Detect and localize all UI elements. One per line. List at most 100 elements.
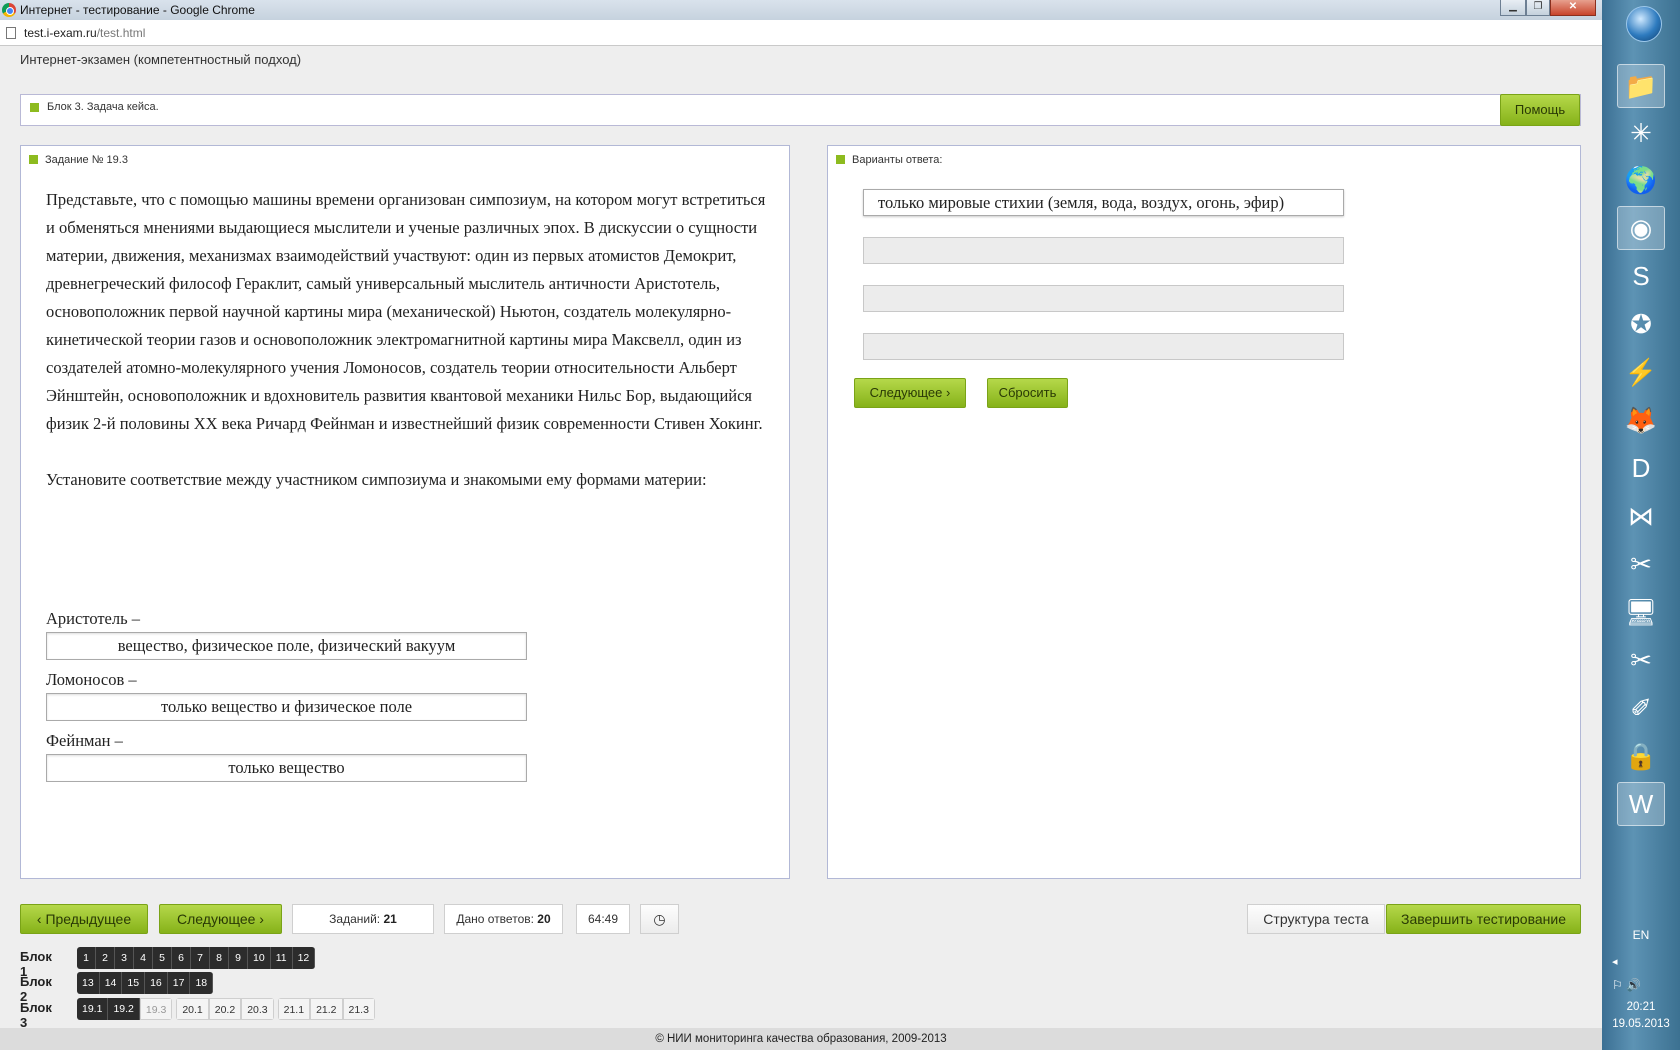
next-answer-button[interactable]: Следующее › xyxy=(854,378,966,408)
reset-button[interactable]: Сбросить xyxy=(987,378,1068,408)
task-text: Представьте, что с помощью машины времен… xyxy=(46,186,766,494)
app-icon[interactable]: 🦊 xyxy=(1617,398,1665,442)
app-icon[interactable]: ✂ xyxy=(1617,638,1665,682)
finish-button[interactable]: Завершить тестирование xyxy=(1386,904,1581,934)
question-chip[interactable]: 2 xyxy=(96,947,115,969)
question-chip[interactable]: 16 xyxy=(145,972,168,994)
browser-window: Интернет - тестирование - Google Chrome … xyxy=(0,0,1602,1050)
question-chip[interactable]: 21.1 xyxy=(277,998,311,1020)
url-path: /test.html xyxy=(96,26,146,40)
match-drop-1[interactable]: вещество, физическое поле, физический ва… xyxy=(46,632,527,660)
skype-icon[interactable]: S xyxy=(1617,254,1665,298)
help-button[interactable]: Помощь xyxy=(1500,94,1580,126)
answered-count-label: Дано ответов: xyxy=(456,912,534,926)
block-marker-icon xyxy=(30,103,39,112)
page-icon xyxy=(6,27,16,39)
question-chip[interactable]: 9 xyxy=(229,947,248,969)
tasks-count-value: 21 xyxy=(383,912,397,926)
question-chip[interactable]: 12 xyxy=(292,947,316,969)
question-chip[interactable]: 19.1 xyxy=(77,998,109,1020)
app-header: Интернет-экзамен (компетентностный подхо… xyxy=(20,52,302,67)
question-chip[interactable]: 21.2 xyxy=(310,998,343,1020)
question-chip[interactable]: 14 xyxy=(99,972,123,994)
prev-button[interactable]: ‹ Предыдущее xyxy=(20,904,148,934)
question-chip[interactable]: 5 xyxy=(153,947,172,969)
task-panel: Задание № 19.3 Представьте, что с помощь… xyxy=(20,145,790,879)
match-label-2: Ломоносов – xyxy=(46,670,137,689)
language-indicator[interactable]: EN xyxy=(1602,928,1680,942)
question-chip[interactable]: 20.2 xyxy=(208,998,242,1020)
maximize-button[interactable]: ❐ xyxy=(1526,0,1550,16)
question-chip[interactable]: 3 xyxy=(115,947,134,969)
question-chip[interactable]: 6 xyxy=(172,947,191,969)
clock-icon: ◷ xyxy=(653,911,666,927)
answer-slot-2[interactable] xyxy=(863,237,1344,264)
task-paragraph-1: Представьте, что с помощью машины времен… xyxy=(46,190,766,433)
question-chip[interactable]: 21.3 xyxy=(342,998,375,1020)
visual-studio-icon[interactable]: ⋈ xyxy=(1617,494,1665,538)
lock-icon[interactable]: 🔒 xyxy=(1617,734,1665,778)
task-heading: Задание № 19.3 xyxy=(29,154,128,166)
chevron-right-icon: › xyxy=(946,385,951,400)
clock-time[interactable]: 20:21 xyxy=(1602,1001,1680,1013)
clock-date[interactable]: 19.05.2013 xyxy=(1602,1018,1680,1030)
app-icon[interactable]: ⚡ xyxy=(1617,350,1665,394)
question-chip[interactable]: 4 xyxy=(134,947,153,969)
app-icon[interactable]: ✂ xyxy=(1617,542,1665,586)
match-drop-2[interactable]: только вещество и физическое поле xyxy=(46,693,527,721)
app-icon[interactable]: ✐ xyxy=(1617,686,1665,730)
question-chip[interactable]: 18 xyxy=(190,972,214,994)
question-chip[interactable]: 13 xyxy=(77,972,100,994)
tray-expand-icon[interactable]: ◂ xyxy=(1612,955,1618,968)
explorer-icon[interactable]: 📁 xyxy=(1617,64,1665,108)
question-chip[interactable]: 7 xyxy=(191,947,210,969)
question-chip[interactable]: 11 xyxy=(270,947,293,969)
start-button-icon[interactable] xyxy=(1626,6,1662,42)
address-bar[interactable]: test.i-exam.ru/test.html xyxy=(0,20,1602,46)
structure-button[interactable]: Структура теста xyxy=(1247,904,1385,934)
footer: © НИИ мониторинга качества образования, … xyxy=(0,1028,1602,1050)
url-text[interactable]: test.i-exam.ru/test.html xyxy=(24,26,145,40)
word-icon[interactable]: W xyxy=(1617,782,1665,826)
answers-heading: Варианты ответа: xyxy=(836,154,942,166)
next-button[interactable]: Следующее › xyxy=(159,904,282,934)
match-label-3: Фейнман – xyxy=(46,731,123,750)
question-chip[interactable]: 8 xyxy=(210,947,229,969)
close-button[interactable]: ✕ xyxy=(1550,0,1596,16)
question-chip[interactable]: 17 xyxy=(167,972,191,994)
tray-icons[interactable]: ⚐ 🔊 xyxy=(1612,978,1641,992)
question-chip[interactable]: 20.3 xyxy=(241,998,274,1020)
app-icon[interactable]: 🖥 xyxy=(1617,590,1665,634)
app-icon[interactable]: ✳ xyxy=(1617,111,1665,155)
app-icon[interactable]: 🌍 xyxy=(1617,158,1665,202)
clock-button[interactable]: ◷ xyxy=(640,904,679,934)
question-chip-current[interactable]: 19.3 xyxy=(139,998,173,1020)
question-chip[interactable]: 15 xyxy=(122,972,146,994)
question-chip[interactable]: 20.1 xyxy=(176,998,209,1020)
question-chip[interactable]: 1 xyxy=(77,947,96,969)
url-host: test.i-exam.ru xyxy=(24,26,97,40)
answers-heading-text: Варианты ответа: xyxy=(852,154,943,166)
prev-label: Предыдущее xyxy=(45,911,132,927)
answer-option-1[interactable]: только мировые стихии (земля, вода, возд… xyxy=(863,189,1344,216)
title-bar: Интернет - тестирование - Google Chrome … xyxy=(0,0,1602,20)
answer-slot-3[interactable] xyxy=(863,285,1344,312)
window-title: Интернет - тестирование - Google Chrome xyxy=(20,3,255,17)
chevron-right-icon: › xyxy=(259,911,264,927)
question-chip[interactable]: 19.2 xyxy=(108,998,140,1020)
chrome-icon[interactable]: ◉ xyxy=(1617,206,1665,250)
match-drop-3[interactable]: только вещество xyxy=(46,754,527,782)
task-marker-icon xyxy=(29,155,38,164)
match-label-1: Аристотель – xyxy=(46,609,141,628)
next-label: Следующее xyxy=(177,911,256,927)
next-answer-label: Следующее xyxy=(869,385,943,400)
block-3-label: Блок 3 xyxy=(20,1000,52,1030)
app-icon[interactable]: D xyxy=(1617,446,1665,490)
minimize-button[interactable]: ▁ xyxy=(1500,0,1526,16)
answer-slot-4[interactable] xyxy=(863,333,1344,360)
task-heading-text: Задание № 19.3 xyxy=(45,154,128,166)
question-chip[interactable]: 10 xyxy=(248,947,271,969)
app-icon[interactable]: ✪ xyxy=(1617,302,1665,346)
block-label: Блок 3. Задача кейса. xyxy=(47,101,159,113)
timer: 64:49 xyxy=(576,904,630,934)
